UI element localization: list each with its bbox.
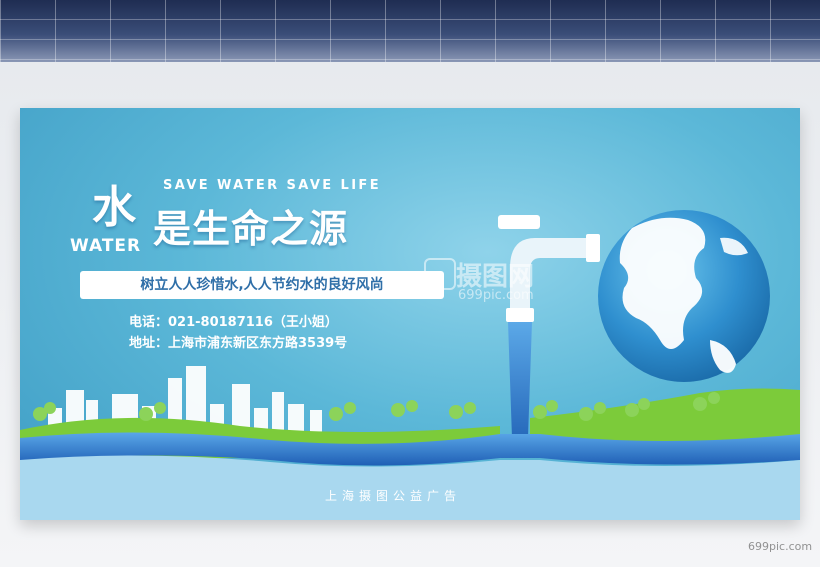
poster-board: SAVE WATER SAVE LIFE 水 WATER 是生命之源 树立人人珍… bbox=[20, 108, 800, 520]
phone-line: 电话：021-80187116（王小姐） bbox=[129, 315, 338, 330]
main-title: 是生命之源 bbox=[153, 207, 349, 251]
watermark-center-en: 699pic.com bbox=[458, 288, 534, 303]
footer-text: 上海摄图公益广告 bbox=[325, 489, 462, 503]
address-line: 地址：上海市浦东新区东方路3539号 bbox=[129, 336, 348, 351]
water-english: WATER bbox=[70, 236, 142, 256]
subtitle-english: SAVE WATER SAVE LIFE bbox=[163, 178, 381, 193]
window-grid bbox=[0, 0, 820, 62]
slogan-banner: 树立人人珍惜水,人人节约水的良好风尚 bbox=[80, 271, 444, 299]
watermark-corner: 699pic.com bbox=[748, 540, 813, 553]
globe-icon bbox=[598, 210, 770, 382]
big-character: 水 bbox=[92, 182, 136, 233]
window-glass-background bbox=[0, 0, 820, 62]
watermark-logo-icon bbox=[424, 258, 456, 290]
